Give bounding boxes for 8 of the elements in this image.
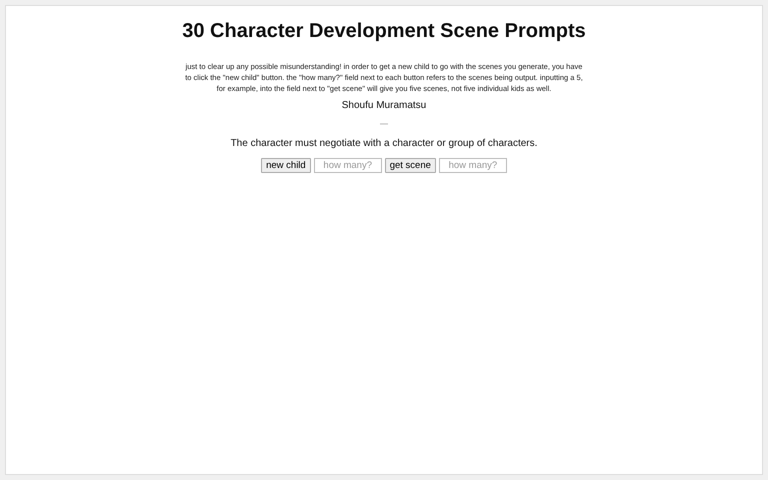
scene-text: The character must negotiate with a character or group of characters. [230,138,538,149]
generate-button[interactable]: get scene [384,158,436,173]
page-title: 30 Character Development Scene Prompts [181,20,587,43]
separator-text: — [379,119,389,128]
count-field[interactable]: how many? [314,158,382,173]
child-name: Shoufu Muramatsu [340,100,428,111]
count-field[interactable]: how many? [438,158,507,173]
generate-button[interactable]: new child [261,158,311,173]
